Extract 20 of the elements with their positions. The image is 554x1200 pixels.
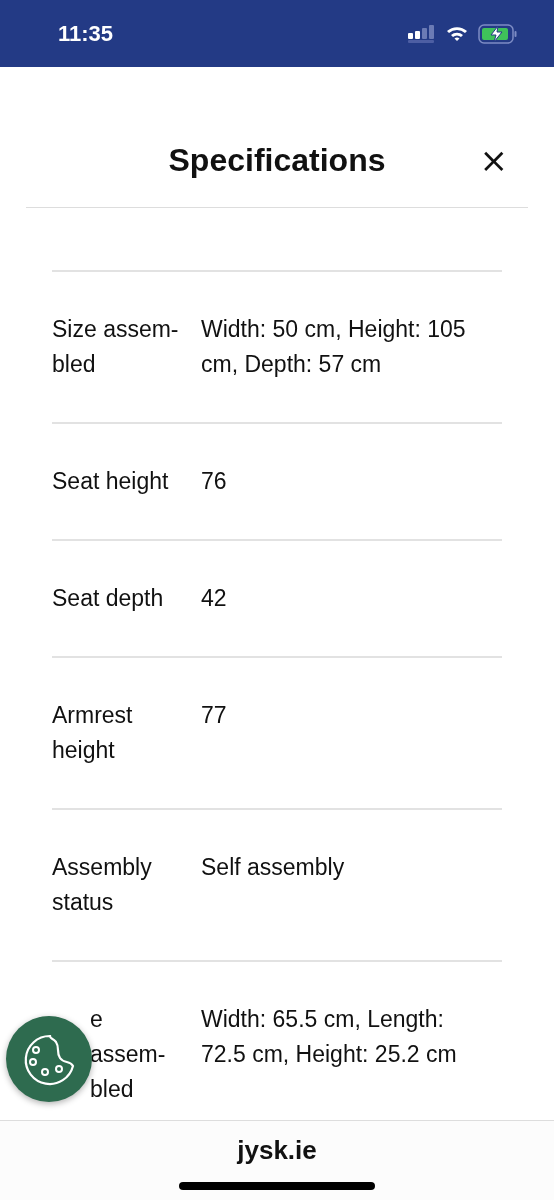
spec-label: e assem- bled — [89, 1005, 167, 1104]
spec-value: 77 — [201, 701, 228, 730]
cookie-settings-button[interactable] — [6, 1016, 92, 1102]
spec-label: Assembly status — [52, 853, 153, 917]
spec-label: Armrest height — [52, 701, 134, 765]
battery-icon — [478, 23, 518, 44]
spec-value: 42 — [201, 584, 228, 613]
spec-value: Width: 50 cm, Height: 105 cm, Depth: 57 cm — [201, 315, 467, 379]
spec-label: Size assem- bled — [52, 315, 180, 379]
spec-value: Self assembly — [201, 853, 346, 882]
spec-value: Width: 65.5 cm, Length: 72.5 cm, Height: 25.2 cm — [201, 1005, 458, 1069]
close-button[interactable]: × — [477, 141, 510, 179]
spec-value: 76 — [201, 467, 228, 496]
status-time: 11:35 — [58, 20, 115, 47]
sheet-title: Specifications — [167, 141, 387, 179]
site-domain: jysk.ie — [237, 1135, 317, 1165]
spec-label: Seat depth — [52, 584, 165, 613]
signal-icon — [408, 24, 436, 43]
wifi-icon — [446, 25, 468, 42]
spec-label: Seat height — [52, 467, 170, 496]
